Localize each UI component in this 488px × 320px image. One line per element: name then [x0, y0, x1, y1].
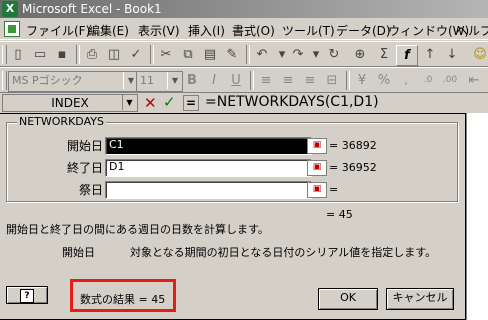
comma-style-icon[interactable]: ,: [396, 71, 416, 90]
chevron-down-icon[interactable]: ▼: [122, 95, 136, 110]
holidays-input[interactable]: [105, 181, 312, 199]
toolbar-separator: [346, 71, 350, 90]
function-arguments-dialog: NETWORKDAYS 開始日 C1 ▣ = 36892 終了日 D1 ▣ = …: [0, 113, 466, 320]
function-result-preview: = 45: [326, 208, 353, 221]
office-assistant-icon[interactable]: ☺: [470, 45, 488, 64]
edit-formula-button[interactable]: =: [183, 95, 199, 111]
copy-icon[interactable]: ⧉: [178, 45, 198, 64]
sort-descending-icon[interactable]: ↓: [442, 45, 462, 64]
collapse-dialog-icon[interactable]: ▣: [307, 138, 327, 154]
name-box-value: INDEX: [51, 96, 89, 110]
worksheet-area[interactable]: [466, 113, 488, 320]
print-icon[interactable]: ⎙: [82, 45, 102, 64]
title-bar: X Microsoft Excel - Book1: [0, 0, 488, 18]
save-icon[interactable]: ▪: [52, 45, 72, 64]
font-name-combo[interactable]: MS Pゴシック ▼: [8, 71, 139, 92]
italic-icon[interactable]: I: [204, 71, 224, 90]
percent-icon[interactable]: %: [374, 71, 394, 90]
collapse-dialog-icon[interactable]: ▣: [307, 160, 327, 176]
function-description: 開始日と終了日の間にある週日の日数を計算します。: [6, 223, 269, 236]
arg-label-start-date: 開始日: [66, 139, 103, 153]
help-button[interactable]: ?: [6, 286, 48, 304]
toolbar-grip[interactable]: [2, 45, 7, 64]
end-date-input[interactable]: D1: [105, 159, 312, 177]
standard-toolbar: ▯ ▭ ▪ ⎙ ◫ ✓ ✂ ⧉ ▤ ✎ ↶ ▾ ↷ ▾ ↻ ⊕ Σ f ↑ ↓ …: [0, 41, 488, 67]
function-name-label: NETWORKDAYS: [17, 115, 106, 128]
menu-bar: ファイル(F) 編集(E) 表示(V) 挿入(I) 書式(O) ツール(T) デ…: [0, 18, 488, 40]
refresh-icon[interactable]: ↻: [324, 45, 344, 64]
align-right-icon[interactable]: ≡: [300, 71, 320, 90]
collapse-dialog-icon[interactable]: ▣: [307, 182, 327, 198]
argument-description-label: 開始日: [62, 246, 95, 259]
toolbar-separator: [250, 71, 254, 90]
toolbar-separator: [246, 45, 250, 64]
menu-format[interactable]: 書式(O): [232, 22, 275, 39]
new-icon[interactable]: ▯: [8, 45, 28, 64]
chevron-down-icon[interactable]: ▼: [167, 72, 182, 89]
arguments-group: NETWORKDAYS 開始日 C1 ▣ = 36892 終了日 D1 ▣ = …: [6, 115, 458, 202]
enter-check-icon[interactable]: ✓: [163, 93, 176, 111]
menu-view[interactable]: 表示(V): [138, 22, 180, 39]
menu-data[interactable]: データ(D): [336, 22, 391, 39]
cut-icon[interactable]: ✂: [156, 45, 176, 64]
spelling-icon[interactable]: ✓: [126, 45, 146, 64]
underline-icon[interactable]: U: [226, 71, 246, 90]
bold-icon[interactable]: B: [182, 71, 202, 90]
argument-description-text: 対象となる期間の初日となる日付のシリアル値を指定します。: [130, 246, 437, 259]
currency-icon[interactable]: ¥: [352, 71, 372, 90]
sort-ascending-icon[interactable]: ↑: [420, 45, 440, 64]
font-size-value: 11: [140, 74, 154, 87]
decrease-indent-icon[interactable]: ⇤: [464, 71, 484, 90]
increase-decimal-icon[interactable]: .0: [418, 71, 438, 90]
menu-edit[interactable]: 編集(E): [88, 22, 129, 39]
toolbar-separator: [76, 45, 80, 64]
align-left-icon[interactable]: ≡: [256, 71, 276, 90]
hyperlink-icon[interactable]: ⊕: [350, 45, 370, 64]
formula-result: 数式の結果 = 45: [80, 293, 166, 306]
paste-icon[interactable]: ▤: [200, 45, 220, 64]
help-icon: ?: [20, 289, 34, 303]
end-date-value: = 36952: [329, 161, 377, 174]
formula-bar: INDEX ▼ ✕ ✓ = =NETWORKDAYS(C1,D1): [0, 93, 488, 113]
undo-icon[interactable]: ↶: [252, 45, 272, 64]
format-painter-icon[interactable]: ✎: [222, 45, 242, 64]
cancel-entry-icon[interactable]: ✕: [144, 94, 157, 112]
start-date-value: = 36892: [329, 139, 377, 152]
menu-insert[interactable]: 挿入(I): [188, 22, 225, 39]
redo-icon[interactable]: ↷: [288, 45, 308, 64]
align-center-icon[interactable]: ≡: [278, 71, 298, 90]
workbook-icon[interactable]: [4, 21, 20, 37]
holidays-value: =: [329, 183, 339, 196]
arg-label-holidays: 祭日: [78, 183, 103, 197]
redo-dropdown-icon[interactable]: ▾: [306, 45, 326, 64]
toolbar-grip[interactable]: [2, 71, 7, 90]
merge-center-icon[interactable]: ⊟: [322, 71, 342, 90]
formatting-toolbar: MS Pゴシック ▼ 11 ▼ B I U ≡ ≡ ≡ ⊟ ¥ % , .0 .…: [0, 67, 488, 93]
font-name-value: MS Pゴシック: [12, 74, 83, 87]
excel-app-icon[interactable]: X: [2, 1, 18, 17]
autosum-icon[interactable]: Σ: [374, 45, 394, 64]
paste-function-icon[interactable]: f: [396, 45, 418, 66]
menu-help[interactable]: ヘルプ: [456, 22, 488, 39]
open-icon[interactable]: ▭: [30, 45, 50, 64]
window-title: Microsoft Excel - Book1: [22, 2, 162, 16]
toolbar-separator: [150, 45, 154, 64]
menu-tools[interactable]: ツール(T): [282, 22, 335, 39]
arg-label-end-date: 終了日: [66, 161, 103, 175]
start-date-input[interactable]: C1: [105, 137, 312, 155]
ok-button[interactable]: OK: [318, 288, 378, 310]
menu-file[interactable]: ファイル(F): [26, 22, 90, 39]
formula-input[interactable]: =NETWORKDAYS(C1,D1): [205, 94, 379, 110]
print-preview-icon[interactable]: ◫: [104, 45, 124, 64]
decrease-decimal-icon[interactable]: .00: [440, 71, 460, 90]
name-box[interactable]: INDEX: [2, 94, 138, 112]
font-size-combo[interactable]: 11 ▼: [136, 71, 183, 92]
cancel-button[interactable]: キャンセル: [386, 288, 454, 310]
